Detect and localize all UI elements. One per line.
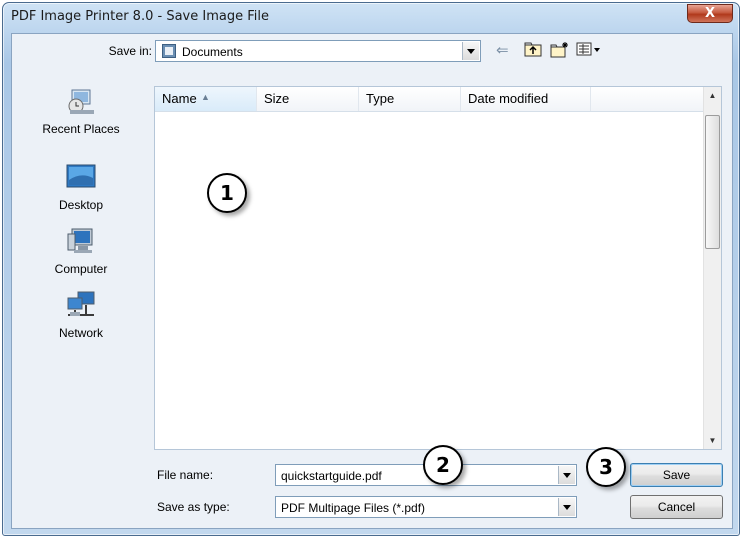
place-computer[interactable]: Computer (12, 226, 150, 276)
callout-3: 3 (586, 447, 626, 487)
save-in-value: Documents (182, 45, 243, 59)
save-in-dropdown-button[interactable] (462, 42, 479, 60)
documents-folder-icon (162, 44, 176, 58)
callout-2: 2 (423, 445, 463, 485)
cancel-button[interactable]: Cancel (630, 495, 723, 519)
network-icon (64, 290, 98, 320)
views-menu-icon[interactable] (576, 41, 602, 61)
recent-places-icon (64, 86, 98, 116)
column-date-modified-header[interactable]: Date modified (461, 87, 591, 111)
close-button[interactable]: X (687, 4, 733, 23)
file-name-dropdown-button[interactable] (558, 466, 575, 484)
file-name-value: quickstartguide.pdf (281, 469, 382, 483)
save-as-type-select[interactable]: PDF Multipage Files (*.pdf) (275, 496, 577, 518)
place-label: Desktop (58, 198, 104, 212)
back-arrow-icon[interactable]: ⇐ (496, 41, 509, 61)
sort-ascending-icon: ▲ (201, 92, 210, 102)
window-title: PDF Image Printer 8.0 - Save Image File (11, 9, 269, 24)
up-folder-icon[interactable] (524, 41, 542, 61)
place-label: Computer (54, 262, 108, 276)
place-label: Network (58, 326, 103, 340)
place-network[interactable]: Network (12, 290, 150, 340)
new-folder-icon[interactable] (550, 41, 570, 61)
save-as-type-dropdown-button[interactable] (558, 498, 575, 516)
save-as-type-value: PDF Multipage Files (*.pdf) (281, 501, 426, 515)
file-list-scrollbar[interactable]: ▲ ▼ (703, 87, 721, 449)
file-list[interactable]: ▲ Name Size Type Date modified ▲ ▼ (154, 86, 722, 450)
callout-1: 1 (207, 173, 247, 213)
places-bar: Recent Places Desktop Computer Network (12, 74, 150, 444)
place-desktop[interactable]: Desktop (12, 162, 150, 212)
scroll-down-arrow-icon[interactable]: ▼ (704, 436, 721, 445)
save-in-label: Save in: (108, 44, 152, 58)
dialog-client-area: Save in: Documents ⇐ Recent Places Deskt… (11, 33, 733, 529)
save-in-combobox[interactable]: Documents (155, 40, 481, 62)
place-recent-places[interactable]: Recent Places (12, 86, 150, 136)
dialog-window: PDF Image Printer 8.0 - Save Image File … (2, 2, 740, 536)
computer-icon (64, 226, 98, 256)
save-button[interactable]: Save (630, 463, 723, 487)
place-label: Recent Places (42, 122, 120, 136)
scroll-up-arrow-icon[interactable]: ▲ (704, 91, 721, 100)
column-name-header[interactable]: ▲ Name (155, 87, 257, 111)
save-as-type-label: Save as type: (157, 500, 230, 514)
column-type-header[interactable]: Type (359, 87, 461, 111)
desktop-icon (64, 162, 98, 192)
file-list-header: ▲ Name Size Type Date modified (155, 87, 703, 112)
column-size-header[interactable]: Size (257, 87, 359, 111)
scrollbar-thumb[interactable] (705, 115, 720, 249)
file-name-label: File name: (157, 468, 214, 482)
